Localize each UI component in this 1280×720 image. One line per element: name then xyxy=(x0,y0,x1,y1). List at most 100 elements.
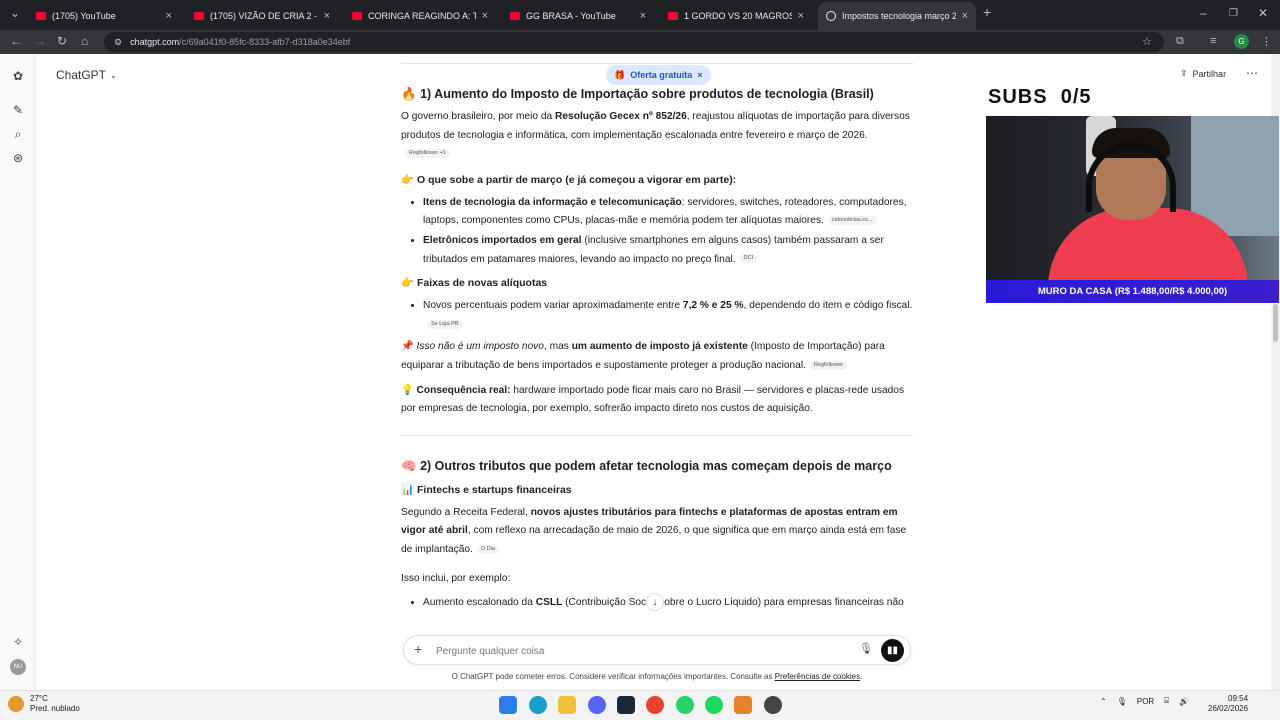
upgrade-icon[interactable]: ✧ xyxy=(10,634,26,650)
free-offer-badge[interactable]: 🎁 Oferta gratuita × xyxy=(606,65,711,85)
tab-title: 1 GORDO VS 20 MAGROS | FT. xyxy=(684,11,792,21)
new-tab-button[interactable]: + xyxy=(983,4,991,20)
tab-youtube-3[interactable]: CORINGA REAGINDO A: TOUR × xyxy=(344,4,496,28)
weather-icon xyxy=(8,696,24,712)
more-options-icon[interactable]: ⋯ xyxy=(1246,66,1258,80)
whatsapp-icon[interactable] xyxy=(676,696,694,714)
volume-icon[interactable]: 🔊 xyxy=(1179,697,1189,706)
share-button[interactable]: ⇪ Partilhar xyxy=(1180,68,1226,79)
extensions-icon[interactable]: ⧉ xyxy=(1176,35,1184,48)
profile-avatar[interactable]: G xyxy=(1234,34,1249,49)
start-icon[interactable] xyxy=(499,696,517,714)
address-bar[interactable]: ⚙ chatgpt.com/c/69a041f0-85fc-8333-afb7-… xyxy=(104,32,1164,52)
paragraph: Segundo a Receita Federal, novos ajustes… xyxy=(401,504,913,560)
tab-title: CORINGA REAGINDO A: TOUR xyxy=(368,11,476,21)
tab-chatgpt[interactable]: Impostos tecnologia março 20: × xyxy=(818,2,976,30)
search-icon[interactable]: ⌕ xyxy=(10,126,26,142)
edge-icon[interactable] xyxy=(529,696,547,714)
chatgpt-logo-icon[interactable]: ✿ xyxy=(10,68,26,84)
tab-youtube-2[interactable]: (1705) VIZÃO DE CRIA 2 - Ane: × xyxy=(186,4,338,28)
microphone-icon[interactable]: 🎙 xyxy=(1117,697,1127,706)
spotify-icon[interactable] xyxy=(705,696,723,714)
source-chip[interactable]: DCI xyxy=(739,254,758,264)
subs-label: SUBS xyxy=(988,86,1048,108)
network-icon[interactable]: ⌸ xyxy=(1164,696,1169,706)
lightbulb-icon: 💡 xyxy=(401,384,414,396)
bookmark-star-icon[interactable]: ☆ xyxy=(1142,35,1152,48)
paragraph: O governo brasileiro, por meio da Resolu… xyxy=(401,108,913,164)
youtube-icon xyxy=(352,12,362,20)
chevron-up-icon[interactable]: ⌃ xyxy=(1100,697,1107,706)
close-icon[interactable]: × xyxy=(324,10,330,22)
steam-icon[interactable] xyxy=(617,696,635,714)
user-avatar[interactable]: NU xyxy=(10,659,26,675)
window-close-button[interactable]: ✕ xyxy=(1258,6,1268,20)
file-explorer-icon[interactable] xyxy=(558,696,576,714)
bold-text: um aumento de imposto já existente xyxy=(571,341,748,353)
list-item: Itens de tecnologia da informação e tele… xyxy=(423,194,913,231)
offer-label: Oferta gratuita xyxy=(630,70,693,80)
settings-icon[interactable] xyxy=(764,696,782,714)
text: Aumento escalonado da xyxy=(423,597,536,609)
list-item: Aumento escalonado da CSLL (Contribuição… xyxy=(423,594,913,613)
pushpin-icon: 📌 xyxy=(401,341,414,353)
add-attachment-button[interactable]: + xyxy=(414,641,422,657)
forward-icon[interactable]: → xyxy=(34,34,46,48)
tab-youtube-4[interactable]: GG BRASA - YouTube × xyxy=(502,4,654,28)
youtube-icon xyxy=(510,12,520,20)
fire-icon: 🔥 xyxy=(401,87,417,101)
prompt-input[interactable] xyxy=(436,642,816,660)
tab-youtube-5[interactable]: 1 GORDO VS 20 MAGROS | FT. × xyxy=(660,4,812,28)
banner-text: MURO DA CASA (R$ 1.488,00/R$ 4.000,00) xyxy=(1037,286,1228,297)
close-icon[interactable]: × xyxy=(798,10,804,22)
source-chip[interactable]: cidonoticias.co... xyxy=(827,216,877,226)
clock[interactable]: 09:54 26/02/2026 xyxy=(1208,694,1248,714)
source-chip[interactable]: O Dia xyxy=(476,544,499,554)
close-icon[interactable]: × xyxy=(962,10,968,22)
youtube-icon xyxy=(36,12,46,20)
weather-widget[interactable]: 27°C Pred. nublado xyxy=(8,694,80,714)
url-path: /c/69a041f0-85fc-8333-afb7-d318a0e34ebf xyxy=(179,37,351,47)
scroll-down-button[interactable]: ↓ xyxy=(646,593,664,611)
cookie-preferences-link[interactable]: Preferências de cookies xyxy=(775,672,860,681)
time: 09:54 xyxy=(1228,694,1249,703)
tab-search-icon[interactable]: ⌄ xyxy=(10,6,20,20)
paragraph: 📌 Isso não é um imposto novo, mas um aum… xyxy=(401,338,913,375)
minimize-button[interactable]: – xyxy=(1200,6,1207,20)
source-chip[interactable]: Se Liga PB xyxy=(427,319,463,329)
tab-title: Impostos tecnologia março 20: xyxy=(842,11,956,21)
disclaimer-text: O ChatGPT pode cometer erros. Considere … xyxy=(451,672,775,681)
obs-icon[interactable] xyxy=(734,696,752,714)
close-icon[interactable]: × xyxy=(640,10,646,22)
microphone-icon[interactable]: 🎙 xyxy=(859,642,873,655)
voice-mode-button[interactable]: ▮▮ xyxy=(881,639,904,662)
discord-icon[interactable] xyxy=(588,696,606,714)
profile-initial: G xyxy=(1238,37,1245,46)
model-selector[interactable]: ChatGPT ⌄ xyxy=(56,68,117,82)
library-icon[interactable]: ⊛ xyxy=(10,150,26,166)
browser-menu-icon[interactable]: ⋮ xyxy=(1261,35,1272,48)
bullet-list: Itens de tecnologia da informação e tele… xyxy=(423,194,913,269)
source-chip[interactable]: Regfollower xyxy=(809,360,847,370)
site-info-icon[interactable]: ⚙ xyxy=(114,37,122,48)
new-chat-icon[interactable]: ✎ xyxy=(10,102,26,118)
close-icon[interactable]: × xyxy=(697,70,702,80)
chrome-icon[interactable] xyxy=(646,696,664,714)
home-icon[interactable]: ⌂ xyxy=(81,34,88,48)
text: (Contribuição Social sobre o Lucro Líqui… xyxy=(562,597,904,609)
url-host: chatgpt.com xyxy=(130,37,180,47)
reload-icon[interactable]: ↻ xyxy=(57,34,67,48)
youtube-icon xyxy=(668,12,678,20)
tab-youtube-1[interactable]: (1705) YouTube × xyxy=(28,4,180,28)
close-icon[interactable]: × xyxy=(482,10,488,22)
paragraph: Isso inclui, por exemplo: xyxy=(401,572,511,584)
language-indicator[interactable]: POR xyxy=(1137,697,1154,706)
restore-button[interactable]: ❐ xyxy=(1229,8,1238,19)
media-icon[interactable]: ≡ xyxy=(1210,35,1216,47)
close-icon[interactable]: × xyxy=(166,10,172,22)
scrollbar-thumb[interactable] xyxy=(1273,304,1278,342)
source-chip[interactable]: Regfollower +1 xyxy=(405,149,450,158)
back-icon[interactable]: ← xyxy=(10,34,22,48)
brain-icon: 🧠 xyxy=(401,458,417,473)
sidebar-rail: ✿ ✎ ⌕ ⊛ ✧ NU xyxy=(0,54,36,690)
